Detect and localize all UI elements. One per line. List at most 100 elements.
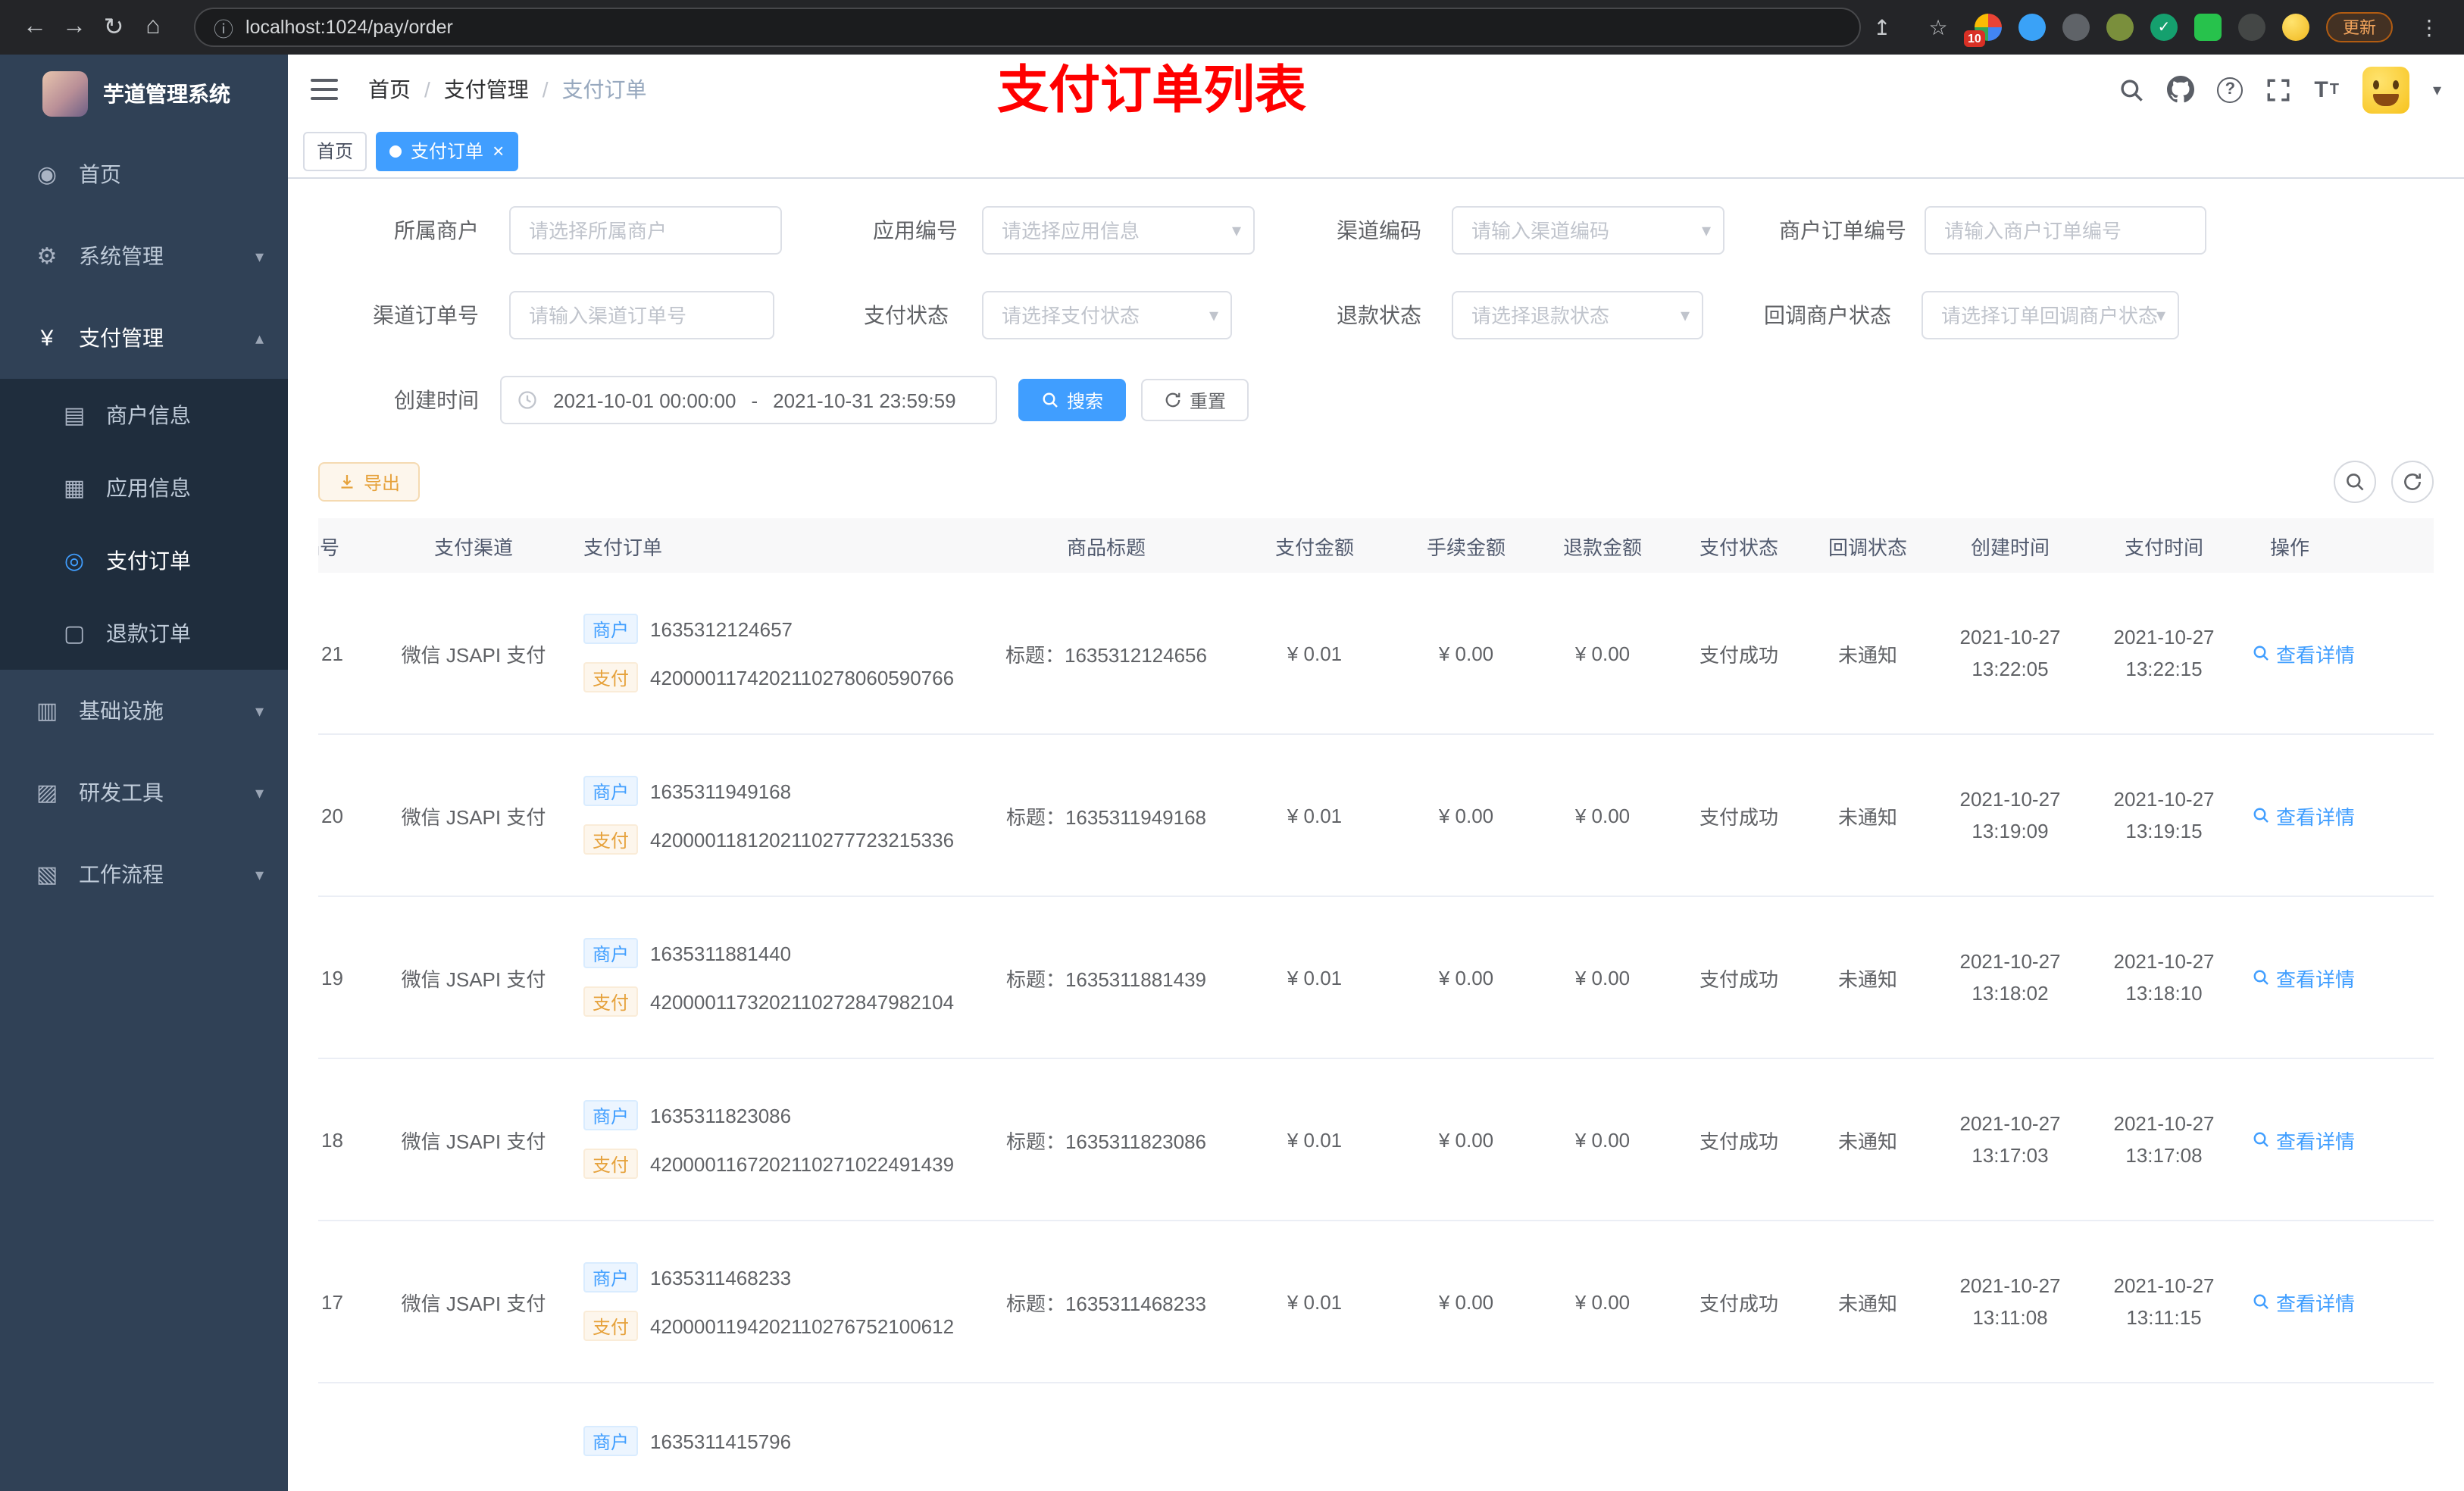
menu-fold-icon[interactable] <box>311 73 344 106</box>
search-button[interactable]: 搜索 <box>1018 379 1127 421</box>
channel-order-no-input[interactable] <box>509 291 774 339</box>
table-header: 编号 支付渠道 支付订单 商品标题 支付金额 手续金额 退款金额 支付状态 回调… <box>318 518 2434 573</box>
merchant-select-input[interactable] <box>509 206 782 255</box>
cell-pay-order: 商户 1635311823086 支付 4200001167202110271022… <box>568 1100 985 1179</box>
address-bar[interactable]: ⓘ localhost:1024/pay/order <box>194 8 1861 47</box>
close-icon[interactable]: × <box>492 141 504 161</box>
cell-pay-status: 支付成功 <box>1699 805 1778 828</box>
table-row: 商户 1635311415796 <box>318 1383 2434 1491</box>
header-cell-actions: 操作 <box>2270 536 2310 558</box>
fullscreen-icon[interactable] <box>2265 77 2291 102</box>
extension-icon[interactable]: ✓ <box>2150 14 2178 41</box>
extension-icon[interactable]: 10 <box>1964 14 2002 47</box>
sidebar-item-payment[interactable]: ¥ 支付管理 ▴ <box>0 297 288 379</box>
notify-status-select[interactable] <box>1921 291 2179 339</box>
cell-create-time: 2021-10-27 13:17:03 <box>1959 1112 2061 1167</box>
breadcrumb-item-payment[interactable]: 支付管理 <box>444 74 529 105</box>
header-cell-pay-amount: 支付金额 <box>1274 536 1354 558</box>
cell-id: 17 <box>321 1290 343 1313</box>
help-icon[interactable]: ? <box>2217 77 2244 102</box>
extension-icon[interactable] <box>2018 14 2046 41</box>
cell-fee-amount: ¥ 0.00 <box>1438 1290 1494 1313</box>
breadcrumb-item-home[interactable]: 首页 <box>368 74 411 105</box>
sidebar-item-label: 基础设施 <box>79 699 164 723</box>
cell-pay-channel: 微信 JSAPI 支付 <box>401 967 546 990</box>
cell-pay-status: 支付成功 <box>1699 1130 1778 1152</box>
search-toggle-button[interactable] <box>2334 461 2376 503</box>
pay-status-select[interactable] <box>982 291 1232 339</box>
pay-order-no: 4200001181202110277723215336 <box>650 828 955 851</box>
sidebar-subitem-app-info[interactable]: ▦ 应用信息 <box>0 452 288 524</box>
header-cell-title: 商品标题 <box>1066 536 1146 558</box>
cell-create-time: 2021-10-27 13:22:05 <box>1959 626 2061 680</box>
sidebar-item-workflow[interactable]: ▧ 工作流程 ▾ <box>0 833 288 915</box>
sidebar-item-devtools[interactable]: ▨ 研发工具 ▾ <box>0 752 288 833</box>
cell-create-time: 2021-10-27 13:19:09 <box>1959 788 2061 842</box>
extension-icon[interactable] <box>2238 14 2265 41</box>
merchant-tag: 商户 <box>583 1262 639 1293</box>
reload-icon[interactable]: ↻ <box>94 8 133 47</box>
reset-button[interactable]: 重置 <box>1141 379 1249 421</box>
view-detail-link[interactable]: 查看详情 <box>2246 1125 2355 1154</box>
reset-button-label: 重置 <box>1190 390 1227 411</box>
update-button[interactable]: 更新 <box>2326 12 2393 42</box>
share-icon[interactable]: ↥ <box>1862 8 1902 47</box>
create-time-range[interactable]: 2021-10-01 00:00:00 - 2021-10-31 23:59:5… <box>500 376 997 424</box>
home-icon[interactable]: ⌂ <box>133 8 173 47</box>
cell-pay-amount: ¥ 0.01 <box>1287 966 1343 989</box>
back-icon[interactable]: ← <box>15 8 55 47</box>
url-text: localhost:1024/pay/order <box>245 17 453 38</box>
view-detail-link[interactable]: 查看详情 <box>2246 801 2355 830</box>
more-menu-icon[interactable]: ⋮ <box>2409 8 2449 47</box>
doc-icon: ▢ <box>63 621 86 647</box>
view-detail-link[interactable]: 查看详情 <box>2246 639 2355 667</box>
cell-title: 标题：1635311881439 <box>1005 967 1207 990</box>
cell-actions: 查看详情 <box>2240 1125 2434 1154</box>
tab-home[interactable]: 首页 <box>303 131 367 170</box>
header-cell-fee-amount: 手续金额 <box>1426 536 1506 558</box>
sidebar-item-home[interactable]: ◉ 首页 <box>0 133 288 215</box>
search-icon[interactable] <box>2118 77 2144 102</box>
tags-view-bar: 首页 支付订单 × <box>288 124 2464 179</box>
avatar[interactable] <box>2362 66 2410 113</box>
app-select[interactable] <box>982 206 1255 255</box>
site-info-icon[interactable]: ⓘ <box>214 13 233 42</box>
tab-pay-order[interactable]: 支付订单 × <box>376 131 518 170</box>
app-logo[interactable]: 芋道管理系统 <box>0 55 288 133</box>
cell-notify-status: 未通知 <box>1837 805 1897 828</box>
view-detail-link[interactable]: 查看详情 <box>2246 1287 2355 1316</box>
extension-icon[interactable] <box>2062 14 2090 41</box>
extension-icon[interactable] <box>2106 14 2134 41</box>
merchant-order-no-input[interactable] <box>1925 206 2206 255</box>
caret-down-icon[interactable]: ▾ <box>2433 80 2441 99</box>
sidebar-item-infrastructure[interactable]: ▥ 基础设施 ▾ <box>0 670 288 752</box>
refresh-button[interactable] <box>2391 461 2434 503</box>
cell-title: 标题：1635311823086 <box>1005 1130 1207 1152</box>
refund-status-select[interactable] <box>1452 291 1703 339</box>
fontsize-icon[interactable]: TT <box>2314 77 2340 102</box>
header-cell-refund-amount: 退款金额 <box>1562 536 1642 558</box>
export-button[interactable]: 导出 <box>318 462 421 502</box>
channel-code-select[interactable] <box>1452 206 1724 255</box>
github-icon[interactable] <box>2167 76 2195 103</box>
sidebar-subitem-pay-order[interactable]: ◎ 支付订单 <box>0 524 288 597</box>
sidebar-item-label: 支付管理 <box>79 326 164 350</box>
forward-icon[interactable]: → <box>55 8 94 47</box>
cell-pay-amount: ¥ 0.01 <box>1287 1290 1343 1313</box>
cell-fee-amount: ¥ 0.00 <box>1438 804 1494 827</box>
cell-refund-amount: ¥ 0.00 <box>1574 1128 1631 1151</box>
extension-icon[interactable] <box>2282 14 2309 41</box>
bookmark-star-icon[interactable]: ☆ <box>1918 8 1958 47</box>
cell-id: 20 <box>321 804 343 827</box>
navbar-actions: ? TT ▾ <box>2118 66 2441 113</box>
view-detail-link[interactable]: 查看详情 <box>2246 963 2355 992</box>
sidebar-subitem-merchant-info[interactable]: ▤ 商户信息 <box>0 379 288 452</box>
extension-icon[interactable] <box>2194 14 2222 41</box>
sidebar-item-label: 商户信息 <box>106 403 191 427</box>
sidebar-subitem-refund-order[interactable]: ▢ 退款订单 <box>0 597 288 670</box>
table-row: 20 微信 JSAPI 支付 商户 1635311949168 支付 4200001… <box>318 735 2434 897</box>
cell-actions: 查看详情 <box>2240 639 2434 667</box>
chevron-down-icon: ▾ <box>255 784 264 802</box>
sidebar-item-label: 首页 <box>79 162 121 186</box>
sidebar-item-system[interactable]: ⚙ 系统管理 ▾ <box>0 215 288 297</box>
